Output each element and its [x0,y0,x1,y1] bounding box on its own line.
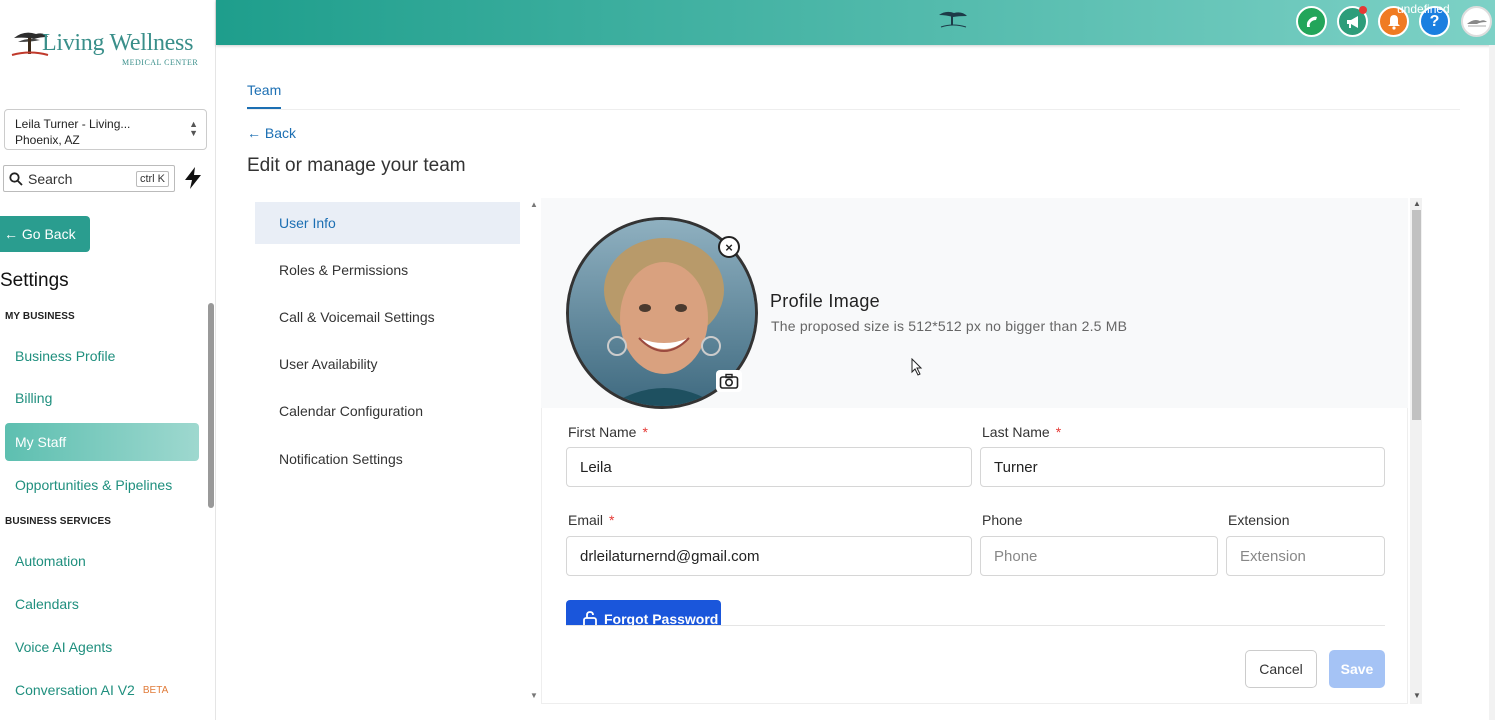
menu-label: User Availability [279,356,378,372]
search-placeholder: Search [28,170,73,187]
sidebar-item-business-profile[interactable]: Business Profile [5,337,199,375]
menu-user-info[interactable]: User Info [255,202,520,244]
forgot-password-label: Forgot Password [604,611,719,626]
upload-photo-button[interactable] [716,370,742,392]
close-icon: × [725,239,733,255]
menu-label: Call & Voicemail Settings [279,309,435,325]
menu-label: Calendar Configuration [279,403,423,419]
panel-scroll-down-icon[interactable]: ▼ [1413,691,1421,700]
search-shortcut: ctrl K [135,171,169,187]
scroll-up-arrow-icon[interactable]: ▲ [530,200,538,209]
menu-calendar-configuration[interactable]: Calendar Configuration [255,390,520,432]
panel-scroll-up-icon[interactable]: ▲ [1413,199,1421,208]
center-logo-icon [939,11,967,28]
location-switcher[interactable]: Leila Turner - Living... Phoenix, AZ ▲ ▼ [4,109,207,150]
sidebar-item-label: Opportunities & Pipelines [15,477,173,493]
brand-logo[interactable]: Living Wellness MEDICAL CENTER [10,28,200,72]
sidebar-item-label: Voice AI Agents [15,639,113,655]
sidebar-scrollbar[interactable] [208,303,214,508]
avatar-logo-icon [1466,19,1487,26]
last-name-field[interactable]: Turner [980,447,1385,487]
sidebar-item-label: Conversation AI V2 [15,682,135,698]
menu-user-availability[interactable]: User Availability [255,343,520,385]
phone-field[interactable]: Phone [980,536,1218,576]
go-back-button[interactable]: ← Go Back [0,216,90,252]
form-footer-divider [566,625,1385,626]
section-business-services: BUSINESS SERVICES [5,516,111,527]
phone-icon [1306,16,1317,27]
first-name-label: First Name * [568,424,648,440]
sidebar-item-label: Billing [15,390,53,406]
menu-notification-settings[interactable]: Notification Settings [255,438,520,480]
phone-button[interactable] [1296,6,1327,37]
sidebar-item-billing[interactable]: Billing [5,379,199,417]
profile-image-subtitle: The proposed size is 512*512 px no bigge… [771,318,1128,334]
phone-label: Phone [982,512,1023,528]
first-name-field[interactable]: Leila [566,447,972,487]
menu-call-voicemail[interactable]: Call & Voicemail Settings [255,296,520,338]
page-title: Edit or manage your team [247,155,466,176]
search-input[interactable]: Search ctrl K [3,165,175,192]
page-scrollbar[interactable] [1489,45,1495,720]
email-label: Email * [568,512,615,528]
sidebar-item-calendars[interactable]: Calendars [5,585,199,623]
menu-label: Roles & Permissions [279,262,409,278]
sidebar-item-label: Automation [15,553,86,569]
sidebar-item-automation[interactable]: Automation [5,542,199,580]
lock-icon [583,611,597,626]
sidebar-item-conversation-ai[interactable]: Conversation AI V2 BETA [5,671,199,709]
menu-roles-permissions[interactable]: Roles & Permissions [255,249,520,291]
sidebar-item-voice-ai-agents[interactable]: Voice AI Agents [5,628,199,666]
save-button[interactable]: Save [1329,650,1385,688]
profile-image-title: Profile Image [770,291,880,311]
undefined-label: undefined [1397,2,1450,16]
avatar-button[interactable] [1461,6,1492,37]
extension-field[interactable]: Extension [1226,536,1385,576]
location-city: Phoenix, AZ [15,133,80,147]
top-bar: ? undefined [216,0,1495,45]
sidebar-item-opportunities[interactable]: Opportunities & Pipelines [5,466,199,504]
sidebar-item-label: Business Profile [15,348,116,364]
sidebar: Living Wellness MEDICAL CENTER Leila Tur… [0,0,216,720]
settings-title: Settings [0,270,69,291]
back-label: Back [264,125,297,141]
brand-tagline: MEDICAL CENTER [122,58,199,67]
email-field[interactable]: drleilaturnernd@gmail.com [566,536,972,576]
chevron-updown-icon: ▲ ▼ [189,119,198,138]
arrow-left-icon: ← [247,125,261,141]
menu-label: User Info [279,215,336,231]
forgot-password-button[interactable]: Forgot Password [566,600,721,626]
last-name-label: Last Name * [982,424,1062,440]
sidebar-item-label: Calendars [15,596,79,612]
scroll-down-arrow-icon[interactable]: ▼ [530,691,538,700]
camera-icon [719,373,739,389]
tab-team[interactable]: Team [247,82,282,109]
beta-badge: BETA [142,684,169,696]
menu-label: Notification Settings [279,451,403,467]
mouse-cursor-icon [911,358,923,376]
megaphone-icon [1346,15,1358,28]
extension-label: Extension [1228,512,1290,528]
notification-dot [1359,6,1367,14]
location-name: Leila Turner - Living... [15,117,131,131]
search-icon [9,171,23,186]
sidebar-item-my-staff[interactable]: My Staff [5,423,199,461]
tab-divider [247,109,1460,110]
back-link[interactable]: ← Back [247,125,296,141]
bolt-icon[interactable] [184,167,202,189]
panel-scrollbar-thumb[interactable] [1412,210,1421,420]
brand-name: Living Wellness [42,30,194,56]
sidebar-item-label: My Staff [15,434,67,450]
remove-photo-button[interactable]: × [718,236,740,258]
cancel-button[interactable]: Cancel [1245,650,1317,688]
section-my-business: MY BUSINESS [5,311,75,322]
